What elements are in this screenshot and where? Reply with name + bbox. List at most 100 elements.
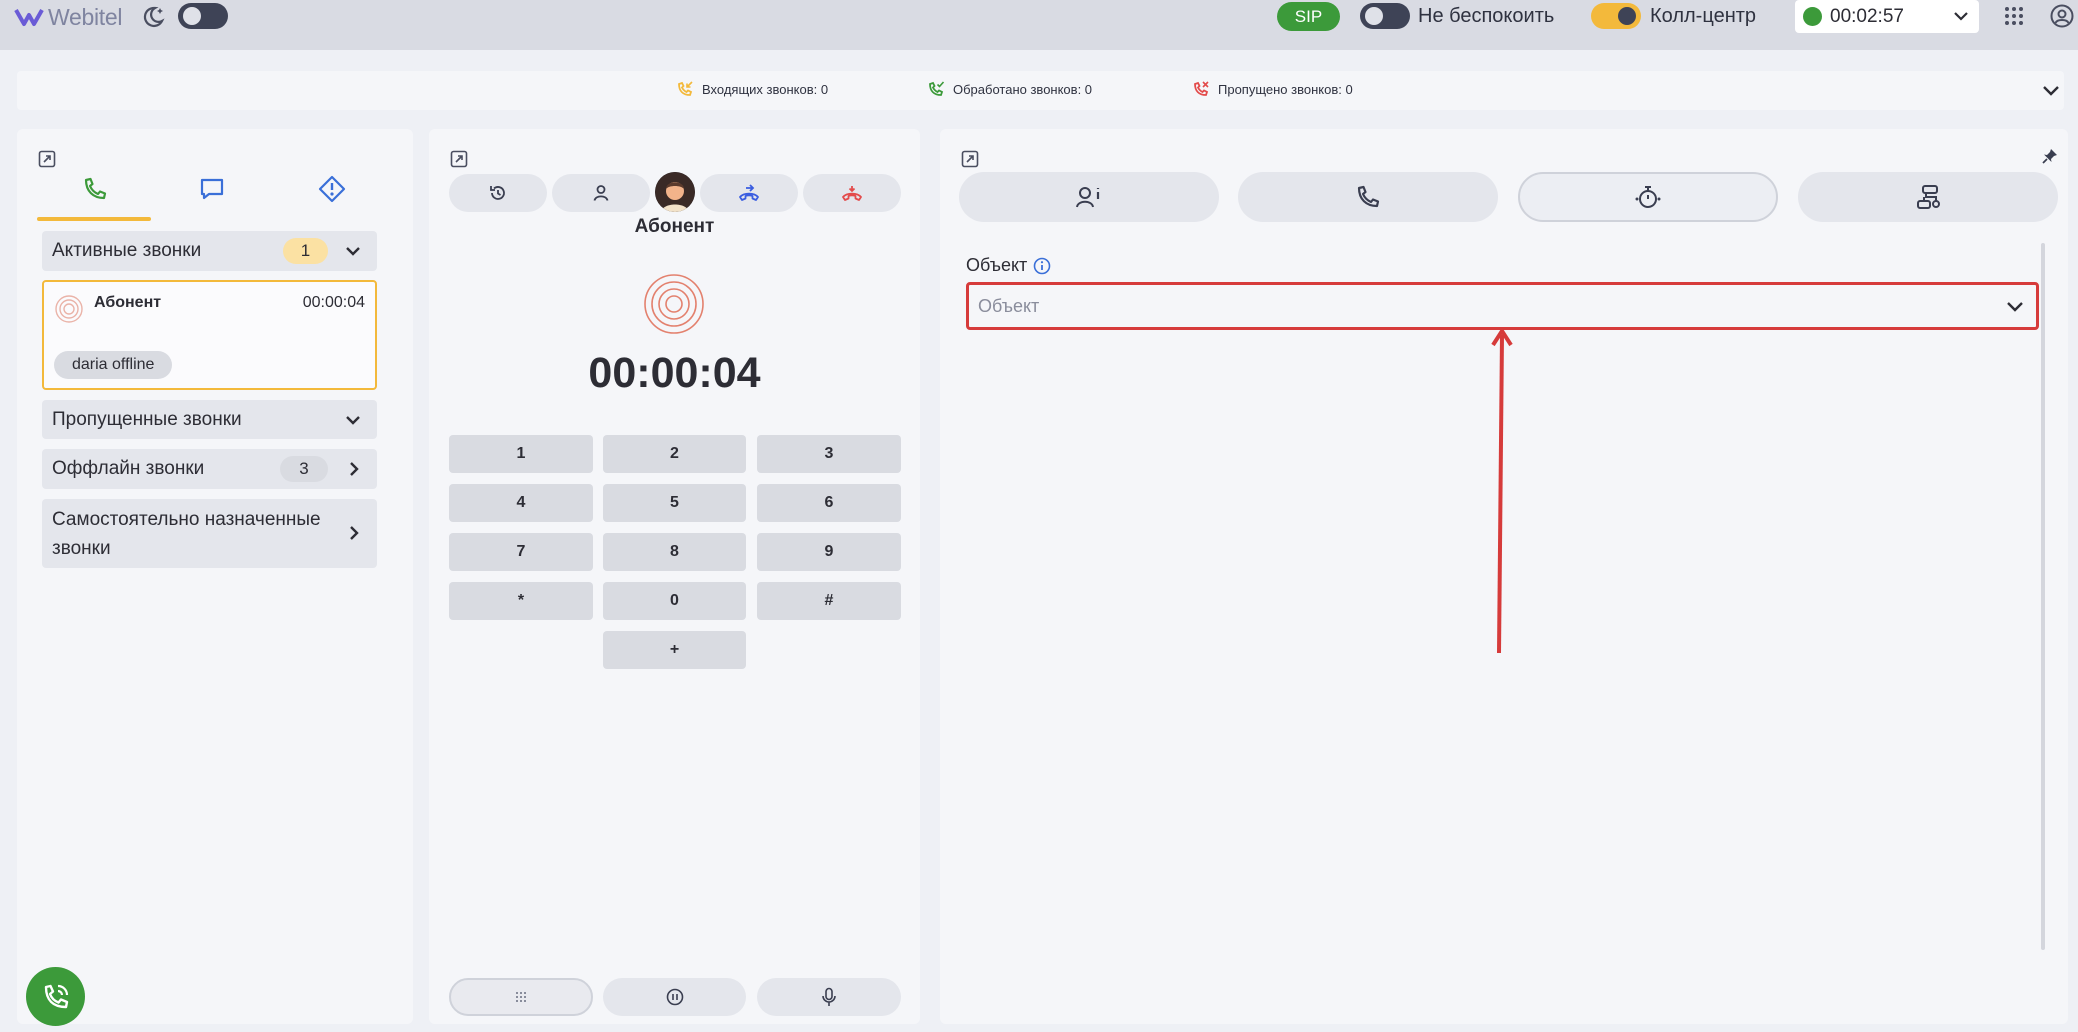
hold-button[interactable] <box>603 978 746 1016</box>
call-history-button[interactable] <box>449 174 547 212</box>
pause-icon <box>666 988 683 1006</box>
night-mode-icon[interactable] <box>140 4 166 30</box>
phone-icon <box>1357 185 1380 208</box>
chat-icon <box>200 178 224 200</box>
dnd-label: Не беспокоить <box>1418 5 1555 27</box>
chevron-right-icon <box>350 462 359 476</box>
tab-flow[interactable] <box>1798 172 2058 222</box>
processed-calls-stat: Обработано звонков: 0 <box>927 80 1092 98</box>
offline-calls-title: Оффлайн звонки <box>52 458 205 479</box>
incoming-calls-stat: Входящих звонков: 0 <box>676 80 828 98</box>
apps-grid-icon[interactable] <box>2004 6 2024 26</box>
callcenter-toggle[interactable] <box>1591 3 1641 29</box>
missed-calls-stat: Пропущено звонков: 0 <box>1192 80 1353 98</box>
call-transfer-icon <box>739 184 759 201</box>
ringing-avatar-icon <box>55 295 83 323</box>
person-icon <box>593 185 609 201</box>
missed-calls-title: Пропущенные звонки <box>52 409 242 430</box>
processed-call-icon <box>929 81 945 96</box>
status-dot-icon <box>1803 7 1822 26</box>
dialpad-icon <box>516 992 526 1002</box>
flow-icon <box>1917 185 1940 209</box>
keypad-key-8[interactable]: 8 <box>603 533 746 571</box>
hangup-icon <box>842 186 862 201</box>
keypad-key-2[interactable]: 2 <box>603 435 746 473</box>
call-card-name: Абонент <box>94 294 162 311</box>
object-field-label-text: Объект <box>966 255 1028 275</box>
agent-status-select[interactable]: 00:02:57 <box>1795 0 1979 33</box>
tab-tasks[interactable] <box>273 165 391 221</box>
expand-icon[interactable] <box>450 150 468 168</box>
active-calls-count: 1 <box>283 238 328 264</box>
chevron-down-icon <box>2007 302 2023 312</box>
contact-info-icon <box>1076 187 1100 208</box>
active-calls-header[interactable]: Активные звонки 1 <box>42 231 377 271</box>
keypad-key-hash[interactable]: # <box>757 582 901 620</box>
sip-status-badge: SIP <box>1277 2 1340 31</box>
keypad-key-1[interactable]: 1 <box>449 435 593 473</box>
self-assigned-calls-title: Самостоятельно назначенные звонки <box>52 509 321 559</box>
theme-toggle[interactable] <box>178 3 228 29</box>
history-icon <box>490 186 505 200</box>
microphone-icon <box>822 987 836 1006</box>
chevron-down-icon <box>346 416 360 425</box>
status-timer: 00:02:57 <box>1830 5 1904 27</box>
scrollbar-track[interactable] <box>2041 243 2045 950</box>
floating-call-button[interactable] <box>26 967 85 1026</box>
object-field-label: Объект <box>966 255 1051 276</box>
dnd-toggle[interactable] <box>1360 3 1410 29</box>
active-tab-indicator <box>37 217 151 221</box>
user-account-icon[interactable] <box>2050 4 2074 28</box>
chevron-down-icon[interactable] <box>2042 83 2060 97</box>
phone-calling-icon <box>44 984 68 1008</box>
tab-call[interactable] <box>1238 172 1498 222</box>
caller-name: Абонент <box>634 216 715 237</box>
incoming-calls-label: Входящих звонков: 0 <box>702 81 829 97</box>
tab-calls[interactable] <box>37 165 151 221</box>
contact-button[interactable] <box>552 174 650 212</box>
offline-calls-header[interactable]: Оффлайн звонки 3 <box>42 449 377 489</box>
tab-chats[interactable] <box>153 165 271 221</box>
keypad-key-plus[interactable]: + <box>603 631 746 669</box>
missed-calls-header[interactable]: Пропущенные звонки <box>42 400 377 439</box>
chevron-right-icon <box>350 526 359 540</box>
expand-icon[interactable] <box>961 150 979 168</box>
transfer-button[interactable] <box>700 174 798 212</box>
timer-icon <box>1635 186 1661 208</box>
keypad-key-0[interactable]: 0 <box>603 582 746 620</box>
tab-client-info[interactable] <box>959 172 1219 222</box>
keypad-key-9[interactable]: 9 <box>757 533 901 571</box>
chevron-down-icon <box>346 247 360 256</box>
logo: Webitel <box>14 4 122 30</box>
keypad-key-4[interactable]: 4 <box>449 484 593 522</box>
call-card-duration: 00:00:04 <box>302 294 365 311</box>
keypad-key-6[interactable]: 6 <box>757 484 901 522</box>
warning-diamond-icon <box>318 175 346 203</box>
ringing-rings-icon <box>644 274 704 334</box>
keypad-key-7[interactable]: 7 <box>449 533 593 571</box>
object-select-placeholder: Объект <box>978 296 1040 316</box>
top-bar <box>0 0 2078 50</box>
active-calls-title: Активные звонки <box>52 240 202 261</box>
caller-avatar <box>655 172 695 212</box>
keypad-toggle-button[interactable] <box>449 978 593 1016</box>
offline-calls-count: 3 <box>280 456 328 482</box>
call-card-tag: daria offline <box>54 351 173 379</box>
hangup-button[interactable] <box>803 174 901 212</box>
keypad-key-star[interactable]: * <box>449 582 593 620</box>
incoming-call-icon <box>678 81 693 96</box>
self-assigned-calls-header[interactable]: Самостоятельно назначенные звонки <box>42 499 377 568</box>
keypad-key-5[interactable]: 5 <box>603 484 746 522</box>
phone-icon <box>84 177 107 200</box>
logo-text: Webitel <box>48 3 123 30</box>
object-select[interactable]: Объект <box>966 282 2039 330</box>
annotation-arrow <box>1491 329 1513 654</box>
chevron-down-icon <box>1954 12 1968 21</box>
pin-icon[interactable] <box>2041 147 2059 165</box>
call-timer: 00:00:04 <box>588 349 761 397</box>
tab-processing[interactable] <box>1518 172 1778 222</box>
mute-button[interactable] <box>757 978 901 1016</box>
keypad-key-3[interactable]: 3 <box>757 435 901 473</box>
active-call-card[interactable]: Абонент 00:00:04 daria offline <box>42 280 377 390</box>
info-icon[interactable] <box>1033 257 1051 275</box>
